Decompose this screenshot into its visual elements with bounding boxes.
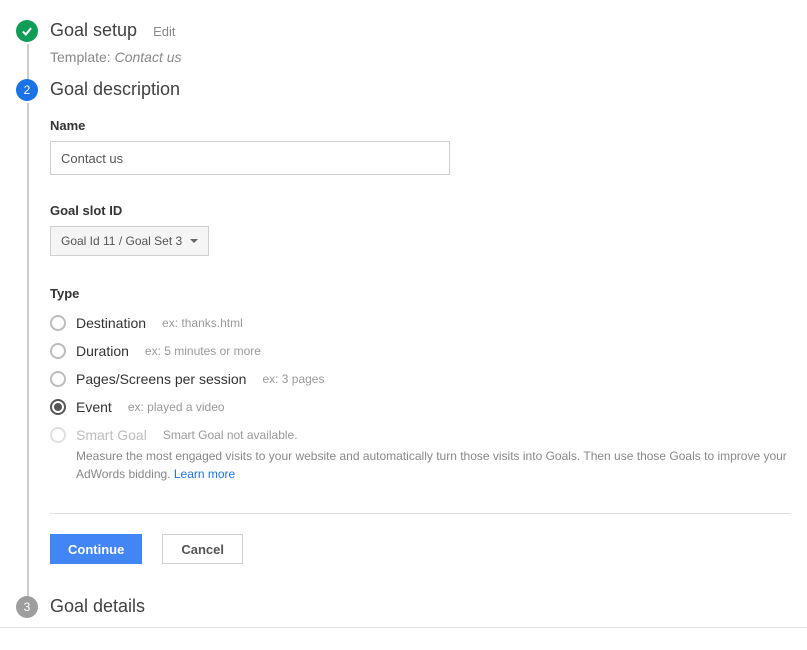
cancel-button[interactable]: Cancel [162,534,243,564]
type-label: Type [50,286,791,301]
radio-event-label: Event [76,399,112,415]
slot-label: Goal slot ID [50,203,791,218]
edit-link[interactable]: Edit [153,24,175,39]
divider [50,513,791,514]
name-input[interactable] [50,141,450,175]
radio-smart-hint: Smart Goal not available. [163,428,298,442]
radio-duration[interactable] [50,343,66,359]
slot-value: Goal Id 11 / Goal Set 3 [61,234,182,248]
radio-destination-hint: ex: thanks.html [162,316,243,330]
continue-button[interactable]: Continue [50,534,142,564]
radio-pages-hint: ex: 3 pages [262,372,324,386]
smart-desc: Measure the most engaged visits to your … [76,447,791,483]
radio-smart [50,427,66,443]
template-line: Template: Contact us [50,49,791,65]
radio-destination[interactable] [50,315,66,331]
radio-smart-label: Smart Goal [76,427,147,443]
radio-event[interactable] [50,399,66,415]
step3-title: Goal details [50,596,145,617]
radio-pages[interactable] [50,371,66,387]
chevron-down-icon [190,239,198,243]
step2-icon: 2 [16,79,38,101]
learn-more-link[interactable]: Learn more [174,467,235,481]
radio-duration-label: Duration [76,343,129,359]
slot-dropdown[interactable]: Goal Id 11 / Goal Set 3 [50,226,209,256]
radio-destination-label: Destination [76,315,146,331]
step2-title: Goal description [50,79,180,100]
radio-pages-label: Pages/Screens per session [76,371,246,387]
radio-duration-hint: ex: 5 minutes or more [145,344,261,358]
radio-event-hint: ex: played a video [128,400,225,414]
step3-icon: 3 [16,596,38,618]
step1-title: Goal setup [50,20,137,41]
check-icon [16,20,38,42]
name-label: Name [50,118,791,133]
